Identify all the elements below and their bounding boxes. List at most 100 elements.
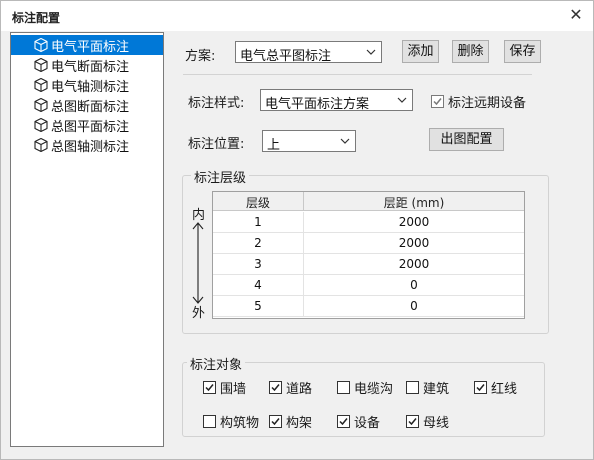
- checkbox-box[interactable]: [431, 95, 444, 108]
- check-icon: [476, 384, 485, 392]
- cube-icon: [34, 97, 48, 113]
- table-header: 层级 层距 (mm): [213, 192, 524, 211]
- style-label: 标注样式:: [188, 96, 245, 111]
- distance-cell[interactable]: 0: [304, 299, 524, 313]
- level-cell: 4: [254, 278, 262, 292]
- save-button[interactable]: 保存: [504, 40, 541, 63]
- check-icon: [271, 384, 280, 392]
- object-checkbox-wall[interactable]: 围墙: [203, 378, 246, 397]
- object-checkbox-building[interactable]: 建筑: [406, 378, 449, 397]
- cube-icon: [34, 37, 48, 53]
- checkbox-box[interactable]: [269, 381, 282, 394]
- object-checkbox-cable-trench[interactable]: 电缆沟: [337, 378, 393, 397]
- levels-group-title: 标注层级: [191, 167, 250, 186]
- cube-icon: [34, 137, 48, 153]
- distance-cell[interactable]: 2000: [304, 257, 524, 271]
- position-select-value: 上: [267, 138, 281, 153]
- scheme-select-value: 电气总平图标注: [240, 49, 332, 64]
- tree-item-label: 总图断面标注: [51, 99, 130, 115]
- object-checkbox-gantry[interactable]: 构架: [269, 412, 312, 431]
- position-select[interactable]: 上: [262, 130, 356, 153]
- tree-item-label: 电气平面标注: [51, 39, 130, 55]
- checkbox-box[interactable]: [406, 415, 419, 428]
- scheme-select[interactable]: 电气总平图标注: [235, 41, 382, 64]
- close-icon[interactable]: ✕: [567, 6, 585, 24]
- tree-item-electric-section[interactable]: 电气断面标注: [11, 55, 163, 75]
- object-label: 设备: [354, 416, 381, 431]
- tree-item-site-axonometric[interactable]: 总图轴测标注: [11, 135, 163, 155]
- check-icon: [205, 384, 214, 392]
- object-label: 母线: [423, 416, 450, 431]
- levels-table[interactable]: 层级 层距 (mm) 1 2000 2 2000 3 2000 4 0 5 0: [212, 191, 525, 319]
- table-row[interactable]: 5 0: [213, 296, 524, 317]
- level-cell: 2: [254, 236, 262, 250]
- object-checkbox-red-line[interactable]: 红线: [474, 378, 517, 397]
- style-select-value: 电气平面标注方案: [265, 97, 370, 112]
- cube-icon: [34, 117, 48, 133]
- distance-cell[interactable]: 2000: [304, 236, 524, 250]
- object-checkbox-structure[interactable]: 构筑物: [203, 412, 259, 431]
- check-icon: [271, 418, 280, 426]
- distance-cell[interactable]: 2000: [304, 215, 524, 229]
- object-label: 道路: [286, 382, 313, 397]
- object-label: 红线: [491, 382, 518, 397]
- checkbox-box[interactable]: [269, 415, 282, 428]
- check-icon: [433, 98, 442, 106]
- objects-group-title: 标注对象: [187, 354, 246, 373]
- title-bar: 标注配置 ✕: [1, 1, 593, 31]
- checkbox-box[interactable]: [406, 381, 419, 394]
- style-select[interactable]: 电气平面标注方案: [260, 89, 413, 112]
- tree-item-label: 总图轴测标注: [51, 139, 130, 155]
- inner-outer-arrow-icon: [192, 222, 204, 304]
- config-dialog: 标注配置 ✕ 电气平面标注 电气断面标注 电气轴测标注 总图断面标注 总图平面标…: [0, 0, 594, 460]
- object-label: 构架: [286, 416, 313, 431]
- table-row[interactable]: 2 2000: [213, 233, 524, 254]
- add-button[interactable]: 添加: [402, 40, 439, 63]
- level-cell: 3: [254, 257, 262, 271]
- tree-item-electric-axonometric[interactable]: 电气轴测标注: [11, 75, 163, 95]
- position-label: 标注位置:: [188, 137, 245, 152]
- far-device-checkbox[interactable]: 标注远期设备: [431, 92, 526, 111]
- export-config-button[interactable]: 出图配置: [429, 128, 504, 151]
- object-label: 围墙: [220, 382, 247, 397]
- column-header-level: 层级: [245, 196, 270, 210]
- checkbox-box[interactable]: [337, 415, 350, 428]
- far-device-label: 标注远期设备: [448, 96, 527, 111]
- level-cell: 1: [254, 215, 262, 229]
- tree-item-site-plan[interactable]: 总图平面标注: [11, 115, 163, 135]
- divider: [183, 74, 532, 75]
- table-row[interactable]: 1 2000: [213, 212, 524, 233]
- checkbox-box[interactable]: [337, 381, 350, 394]
- checkbox-box[interactable]: [203, 415, 216, 428]
- object-label: 构筑物: [220, 416, 260, 431]
- tree-item-electric-plan[interactable]: 电气平面标注: [11, 35, 163, 55]
- object-checkbox-road[interactable]: 道路: [269, 378, 312, 397]
- cube-icon: [34, 77, 48, 93]
- checkbox-box[interactable]: [474, 381, 487, 394]
- object-label: 电缆沟: [354, 382, 394, 397]
- distance-cell[interactable]: 0: [304, 278, 524, 292]
- annotation-tree[interactable]: 电气平面标注 电气断面标注 电气轴测标注 总图断面标注 总图平面标注 总图轴测标…: [10, 32, 164, 447]
- object-label: 建筑: [423, 382, 450, 397]
- level-cell: 5: [254, 299, 262, 313]
- tree-item-site-section[interactable]: 总图断面标注: [11, 95, 163, 115]
- check-icon: [408, 418, 417, 426]
- outer-label: 外: [192, 306, 206, 321]
- check-icon: [339, 418, 348, 426]
- delete-button[interactable]: 删除: [452, 40, 489, 63]
- cube-icon: [34, 57, 48, 73]
- scheme-label: 方案:: [185, 49, 216, 64]
- column-header-distance: 层距 (mm): [383, 196, 445, 210]
- object-checkbox-busbar[interactable]: 母线: [406, 412, 449, 431]
- table-row[interactable]: 3 2000: [213, 254, 524, 275]
- tree-item-label: 电气断面标注: [51, 59, 130, 75]
- object-checkbox-equipment[interactable]: 设备: [337, 412, 380, 431]
- window-title: 标注配置: [12, 11, 61, 25]
- table-row[interactable]: 4 0: [213, 275, 524, 296]
- chevron-down-icon: [397, 97, 407, 103]
- tree-item-label: 电气轴测标注: [51, 79, 130, 95]
- chevron-down-icon: [340, 138, 350, 144]
- chevron-down-icon: [366, 49, 376, 55]
- checkbox-box[interactable]: [203, 381, 216, 394]
- tree-item-label: 总图平面标注: [51, 119, 130, 135]
